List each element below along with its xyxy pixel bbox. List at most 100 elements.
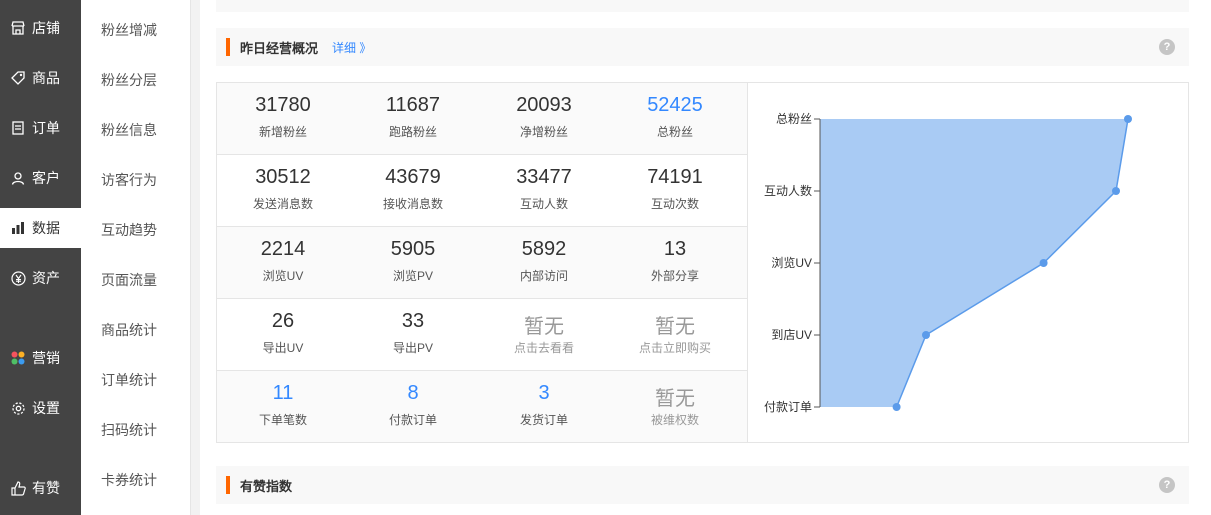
nav-item-settings[interactable]: 设置 [0,388,81,428]
stat-value: 13 [663,238,687,260]
subnav-item-page-traffic[interactable]: 页面流量 [101,270,157,290]
stat-label: 导出PV [392,341,433,355]
stats-grid: 31780 新增粉丝 11687 跑路粉丝 20093 净增粉丝 52425 总粉丝 3… [216,82,748,443]
nav-item-marketing[interactable]: 营销 [0,338,81,378]
stat-label: 总粉丝 [656,125,693,139]
stat-click-to-view[interactable]: 暂无 点击去看看 [478,299,610,371]
stat-click-to-buy[interactable]: 暂无 点击立即购买 [609,299,741,371]
index-header: 有赞指数 ? [216,466,1189,504]
yen-icon [10,270,26,286]
subnav-item-fans-info[interactable]: 粉丝信息 [101,120,157,140]
nav-item-youzan[interactable]: 有赞 [0,468,81,508]
y-tick-label: 到店UV [771,328,812,342]
nav-item-label: 订单 [32,120,60,136]
stat-label: 被维权数 [650,413,699,427]
stat-internal-visits[interactable]: 5892 内部访问 [478,227,610,299]
stat-orders-placed[interactable]: 11 下单笔数 [217,371,349,443]
stats-row: 31780 新增粉丝 11687 跑路粉丝 20093 净增粉丝 52425 总粉丝 [217,83,747,155]
stat-label: 付款订单 [388,413,437,427]
detail-link[interactable]: 详细 》 [332,39,371,56]
funnel-point[interactable] [1112,187,1120,195]
stat-shipped-orders[interactable]: 3 发货订单 [478,371,610,443]
stat-value: 74191 [647,166,703,188]
nav-item-orders[interactable]: 订单 [0,108,81,148]
nav-item-label: 营销 [32,350,60,366]
stat-label: 净增粉丝 [519,125,568,139]
y-tick-label: 互动人数 [764,183,812,198]
stat-value: 26 [271,310,295,332]
section-accent-bar [226,38,230,56]
y-tick-label: 付款订单 [764,400,812,414]
stat-interaction-users[interactable]: 33477 互动人数 [478,155,610,227]
subnav-item-visitor-behavior[interactable]: 访客行为 [101,170,157,190]
main-nav: 店铺 商品 订单 客户 数据 资产 营销 设置 有赞 [0,0,81,515]
stat-value: 3 [538,382,550,404]
overview-header: 昨日经营概况 详细 》 ? [216,28,1189,66]
stat-paid-orders[interactable]: 8 付款订单 [347,371,479,443]
stat-value: 暂无 [655,388,695,410]
stat-sent-messages[interactable]: 30512 发送消息数 [217,155,349,227]
stat-disputes[interactable]: 暂无 被维权数 [609,371,741,443]
stat-value: 2214 [260,238,306,260]
nav-item-store[interactable]: 店铺 [0,8,81,48]
nav-item-label: 设置 [32,400,60,416]
stat-value: 暂无 [655,316,695,338]
stat-value: 33477 [516,166,572,188]
apps-icon [10,350,26,366]
tag-icon [10,70,26,86]
nav-item-label: 数据 [32,220,60,236]
funnel-area [820,119,1128,407]
funnel-point[interactable] [922,331,930,339]
nav-item-label: 有赞 [32,480,60,496]
help-icon[interactable]: ? [1159,477,1175,493]
subnav-item-scan-stats[interactable]: 扫码统计 [101,420,157,440]
stat-browse-uv[interactable]: 2214 浏览UV [217,227,349,299]
overview-title: 昨日经营概况 [240,40,319,56]
stat-value: 43679 [385,166,441,188]
subnav-item-interaction-trend[interactable]: 互动趋势 [101,220,157,240]
stat-received-messages[interactable]: 43679 接收消息数 [347,155,479,227]
nav-item-label: 客户 [32,170,60,186]
subnav-item-fans-change[interactable]: 粉丝增减 [101,20,157,40]
stat-label: 互动人数 [519,197,568,211]
subnav-item-coupon-stats[interactable]: 卡券统计 [101,470,157,490]
stat-export-uv[interactable]: 26 导出UV [217,299,349,371]
funnel-chart: 总粉丝 互动人数 浏览UV 到店UV 付款订单 [748,82,1189,443]
stat-label: 内部访问 [519,269,568,283]
nav-item-customers[interactable]: 客户 [0,158,81,198]
store-icon [10,20,26,36]
stat-export-pv[interactable]: 33 导出PV [347,299,479,371]
stat-value: 11687 [385,94,441,116]
section-accent-bar [226,476,230,494]
subnav-item-goods-stats[interactable]: 商品统计 [101,320,157,340]
stat-value: 5905 [390,238,436,260]
stat-label: 点击去看看 [513,341,574,355]
sub-nav: 粉丝增减 粉丝分层 粉丝信息 访客行为 互动趋势 页面流量 商品统计 订单统计 … [81,0,191,515]
stat-browse-pv[interactable]: 5905 浏览PV [347,227,479,299]
funnel-point[interactable] [1039,259,1048,267]
bar-chart-icon [10,220,26,236]
stat-total-fans[interactable]: 52425 总粉丝 [609,83,741,155]
stat-new-fans[interactable]: 31780 新增粉丝 [217,83,349,155]
nav-item-data[interactable]: 数据 [0,208,81,248]
stat-value: 52425 [647,94,703,116]
stat-value: 5892 [521,238,567,260]
stat-external-shares[interactable]: 13 外部分享 [609,227,741,299]
stat-net-fans[interactable]: 20093 净增粉丝 [478,83,610,155]
funnel-point[interactable] [1124,115,1132,123]
y-tick-label: 总粉丝 [776,112,812,126]
document-icon [10,120,26,136]
nav-item-assets[interactable]: 资产 [0,258,81,298]
stat-value: 20093 [516,94,572,116]
funnel-point[interactable] [892,403,901,411]
subnav-item-order-stats[interactable]: 订单统计 [101,370,157,390]
stat-lost-fans[interactable]: 11687 跑路粉丝 [347,83,479,155]
nav-item-goods[interactable]: 商品 [0,58,81,98]
help-icon[interactable]: ? [1159,39,1175,55]
stat-label: 下单笔数 [258,413,307,427]
stat-label: 外部分享 [650,269,699,283]
stat-label: 发货订单 [519,413,568,427]
stat-label: 跑路粉丝 [388,125,437,139]
subnav-item-fans-layer[interactable]: 粉丝分层 [101,70,157,90]
stat-interaction-count[interactable]: 74191 互动次数 [609,155,741,227]
